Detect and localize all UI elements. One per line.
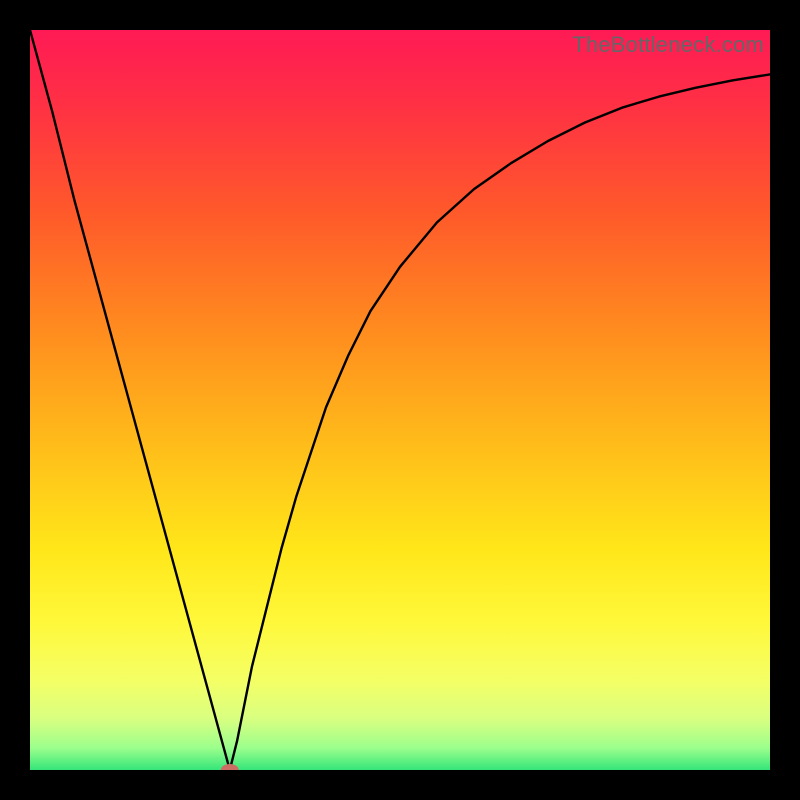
gradient-background xyxy=(30,30,770,770)
plot-area: TheBottleneck.com xyxy=(30,30,770,770)
chart-svg xyxy=(30,30,770,770)
chart-frame: TheBottleneck.com xyxy=(0,0,800,800)
watermark-text: TheBottleneck.com xyxy=(572,32,764,58)
